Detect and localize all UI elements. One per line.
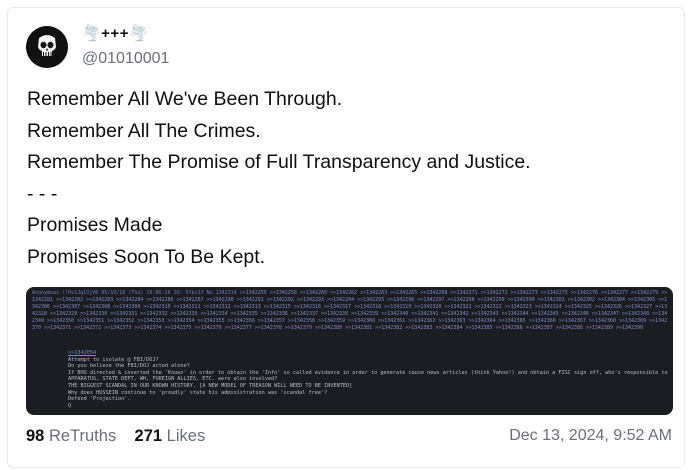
media-line: APPARATUS, STATE DEPT, WH, FOREIGN ALLIE… bbox=[68, 376, 278, 383]
media-reply-links: >>1342255 >>1342258 >>1342260 >>1342262 … bbox=[32, 290, 668, 332]
media-quote-link: >>1342054 bbox=[68, 350, 97, 356]
media-line: Q bbox=[68, 402, 72, 409]
likes-label: Likes bbox=[166, 427, 206, 445]
user-handle[interactable]: @01010001 bbox=[82, 50, 169, 68]
punisher-skull-icon bbox=[26, 26, 68, 68]
media-line: THE BIGGEST SCANDAL IN OUR KNOWN HISTORY… bbox=[68, 382, 353, 389]
post-media-image[interactable]: Anonymous !!Hs1Jq13jV6 05/10/18 (Thu) 10… bbox=[26, 287, 673, 415]
media-line: Do you believe the FBI/DOJ acted alone? bbox=[68, 363, 190, 370]
post-line: - - - bbox=[27, 182, 58, 205]
media-line: Defend 'Projection'. bbox=[68, 396, 131, 403]
media-line: Attempt to isolate @ FBI/DOJ? bbox=[68, 356, 159, 363]
post-timestamp[interactable]: Dec 13, 2024, 9:52 AM bbox=[509, 427, 672, 445]
post-stats: 98 ReTruths 271 Likes bbox=[26, 427, 205, 446]
retruths-label: ReTruths bbox=[48, 427, 117, 445]
post-line: Promises Made bbox=[27, 214, 163, 236]
media-line: Why does HUSSEIN continue to 'proudly' s… bbox=[68, 389, 328, 396]
display-name[interactable]: 🌪️+++🌪️ bbox=[82, 24, 148, 42]
retruths-stat[interactable]: 98 ReTruths bbox=[26, 427, 116, 445]
post-text: Remember All We've Been Through. Remembe… bbox=[27, 84, 667, 273]
media-line: If BHO directed & inserted the 'Knows' i… bbox=[68, 369, 668, 376]
post-line: Promises Soon To Be Kept. bbox=[27, 245, 266, 268]
likes-stat[interactable]: 271 Likes bbox=[135, 427, 206, 445]
avatar[interactable] bbox=[26, 26, 68, 68]
media-body: >>1342054 Attempt to isolate @ FBI/DOJ? … bbox=[68, 350, 668, 409]
media-header-line: Anonymous !!Hs1Jq13jV6 05/10/18 (Thu) 10… bbox=[32, 290, 237, 296]
post-line: Remember All The Crimes. bbox=[27, 119, 261, 142]
post-line: Remember The Promise of Full Transparenc… bbox=[27, 151, 531, 173]
post-line: Remember All We've Been Through. bbox=[27, 88, 343, 110]
likes-count: 271 bbox=[134, 427, 163, 445]
retruths-count: 98 bbox=[26, 427, 45, 445]
media-header: Anonymous !!Hs1Jq13jV6 05/10/18 (Thu) 10… bbox=[32, 290, 668, 333]
